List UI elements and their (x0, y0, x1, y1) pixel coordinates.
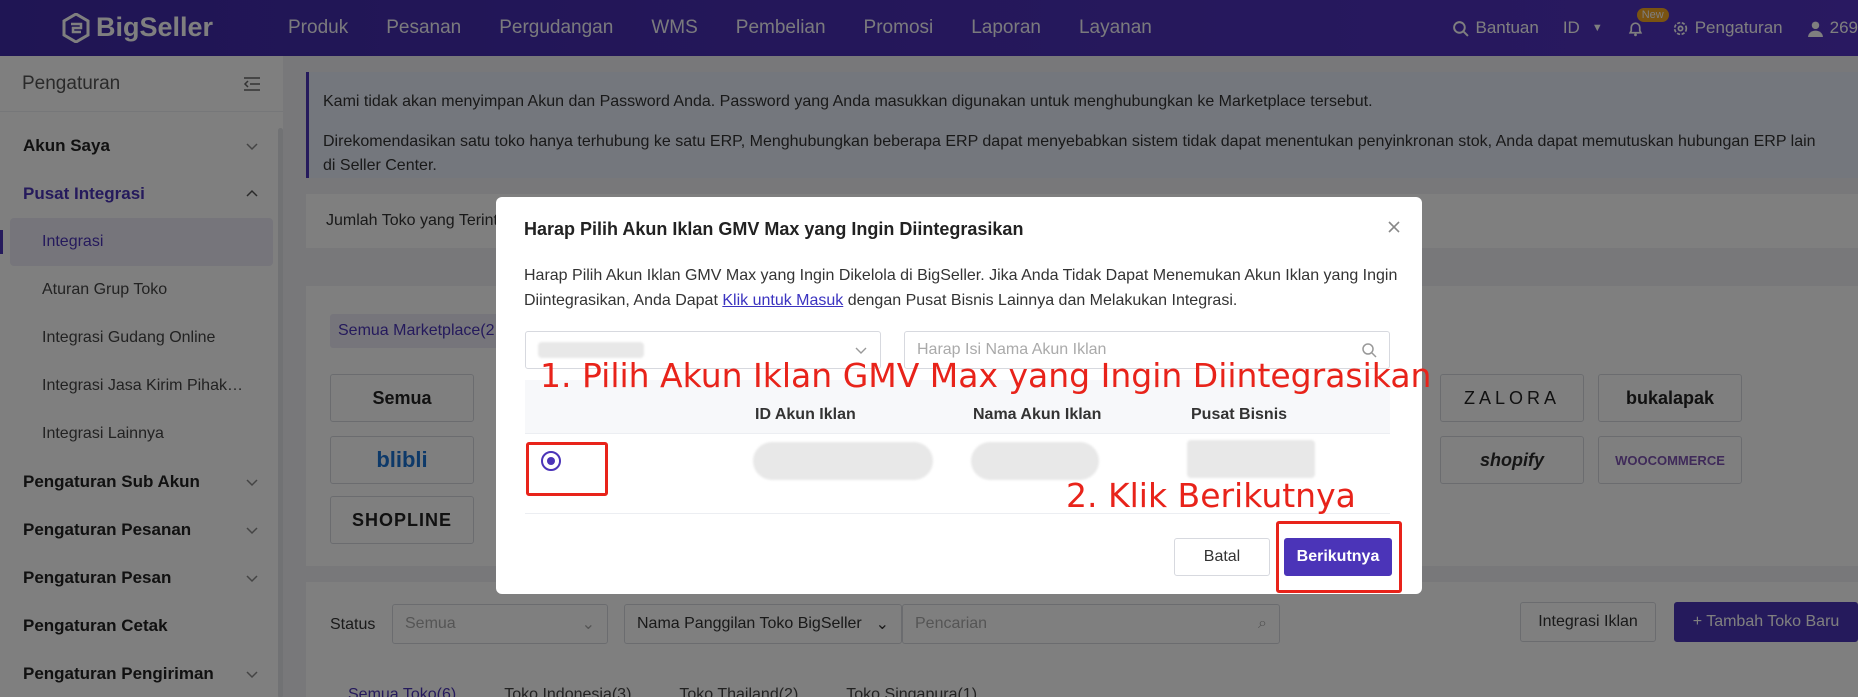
close-icon[interactable] (1386, 219, 1402, 235)
column-ad-account-id: ID Akun Iklan (755, 406, 856, 423)
sign-in-link[interactable]: Klik untuk Masuk (722, 292, 843, 309)
column-business-center: Pusat Bisnis (1191, 406, 1288, 423)
column-ad-account-name: Nama Akun Iklan (973, 406, 1102, 423)
cancel-button[interactable]: Batal (1174, 538, 1270, 576)
redacted-ad-account-name (971, 442, 1099, 480)
annotation-step-2: 2. Klik Berikutnya (1066, 476, 1356, 515)
annotation-box-radio (526, 442, 608, 496)
annotation-step-1: 1. Pilih Akun Iklan GMV Max yang Ingin D… (540, 356, 1432, 395)
chevron-down-icon (855, 347, 867, 354)
annotation-box-next (1276, 521, 1402, 593)
modal-description: Harap Pilih Akun Iklan GMV Max yang Ingi… (524, 267, 1398, 309)
redacted-business-center (1187, 440, 1315, 478)
modal-title: Harap Pilih Akun Iklan GMV Max yang Ingi… (524, 219, 1024, 239)
redacted-ad-account-id (753, 442, 933, 480)
